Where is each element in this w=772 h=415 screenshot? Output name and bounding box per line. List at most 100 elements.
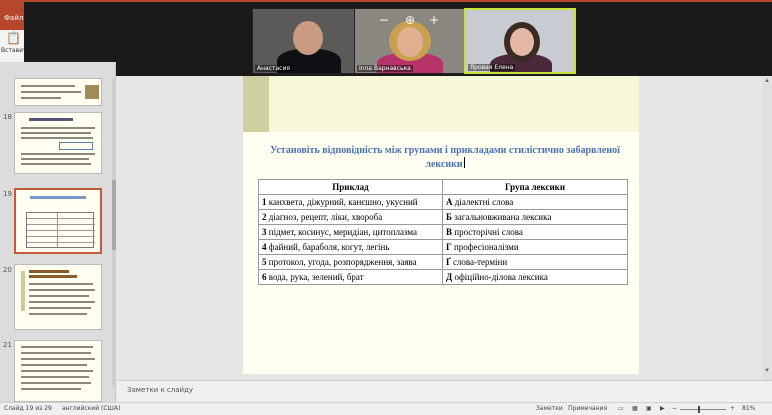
thumbnail-text-line [21,163,91,165]
slide-number: 18 [3,113,12,121]
zoom-plus-control[interactable]: + [429,13,439,27]
video-tile[interactable]: Анастасия [252,8,364,74]
slide-vertical-scrollbar[interactable]: ▲ ▼ [762,76,772,380]
notes-toggle-button[interactable]: Заметки [536,405,563,412]
table-cell-group[interactable]: Б загальновживана лексика [442,209,628,225]
thumbnail-highlight-box [59,142,93,150]
file-tab[interactable]: Файл [4,14,23,22]
participant-face [510,28,534,56]
thumbnail-text-line [29,313,87,315]
table-cell-group[interactable]: Г професіоналізми [442,239,628,255]
column-header-group[interactable]: Група лексики [442,179,628,195]
slide-thumbnail-20[interactable] [14,264,102,330]
paste-button[interactable]: 📋 Вставит [0,30,27,62]
slide-thumbnail-19-selected[interactable] [14,188,102,254]
thumbnail-text-line [21,388,81,390]
participant-face [293,21,323,55]
group-name: діалектні слова [454,197,514,207]
thumbnail-table-rule [27,230,95,231]
table-cell-group[interactable]: А діалектні слова [442,194,628,210]
thumbnail-text-line [21,158,89,160]
table-row: 2 діагноз, рецепт, ліки, хвороба Б загал… [258,209,628,225]
slideshow-icon[interactable]: ▶ [660,405,665,412]
table-header-row: Приклад Група лексики [258,179,628,195]
table-cell-example[interactable]: 1 канхвета, діжурний, канєшно, укусний [258,194,443,210]
thumbnail-table-rule [27,242,95,243]
table-row: 6 вода, рука, зелений, брат Д офіційно-д… [258,269,628,285]
participant-name: Анастасия [255,65,292,72]
slide-title[interactable]: Установіть відповідність між групами і п… [267,144,623,171]
slide-thumbnail-18[interactable] [14,112,102,174]
language-indicator[interactable]: английский (США) [62,405,120,412]
table-cell-group[interactable]: В просторічні слова [442,224,628,240]
slide-counter: Слайд 19 из 29 [4,405,52,412]
table-cell-example[interactable]: 6 вода, рука, зелений, брат [258,269,443,285]
thumbnail-text-line [29,289,95,291]
paste-label: Вставит [1,47,27,54]
thumbnail-text-line [21,370,93,372]
thumbnail-text-line [21,382,91,384]
comments-toggle-button[interactable]: Примечания [568,405,607,412]
group-letter: В [446,227,453,237]
table-row: 3 підмет, косинус, меридіан, цитоплазма … [258,224,628,240]
slide-thumbnail-21[interactable] [14,340,102,402]
thumbnail-table [26,212,95,248]
thumbnail-title [30,196,86,199]
paste-icon: 📋 [6,31,21,45]
zoom-in-icon[interactable]: + [730,405,735,412]
table-cell-example[interactable]: 2 діагноз, рецепт, ліки, хвороба [258,209,443,225]
scroll-down-icon[interactable]: ▼ [764,368,770,374]
thumbnail-table-rule [27,218,95,219]
table-row: 1 канхвета, діжурний, канєшно, укусний А… [258,194,628,210]
slide-thumbnail-17[interactable] [14,78,102,106]
group-letter: Ґ [446,257,451,267]
current-slide[interactable]: Установіть відповідність між групами і п… [243,76,639,374]
table-row: 4 файний, бараболя, когут, легінь Г проф… [258,239,628,255]
zoom-minus-control[interactable]: − [379,13,389,27]
thumbnail-text-line [21,85,75,87]
table-cell-group[interactable]: Д офіційно-ділова лексика [442,269,628,285]
notes-pane[interactable]: Заметки к слайду [117,380,772,402]
example-words: підмет, косинус, меридіан, цитоплазма [268,227,418,237]
reading-view-icon[interactable]: ▣ [646,405,652,412]
thumbnail-text-line [21,132,91,134]
row-number: 1 [262,197,267,207]
zoom-out-icon[interactable]: − [672,405,677,412]
row-number: 4 [262,242,267,252]
matching-table[interactable]: Приклад Група лексики 1 канхвета, діжурн… [258,179,628,285]
notes-placeholder: Заметки к слайду [127,386,194,394]
scroll-up-icon[interactable]: ▲ [764,78,770,84]
zoom-slider[interactable] [680,409,726,410]
participant-face [397,27,423,57]
row-number: 6 [262,272,267,282]
thumbnail-scrollbar-handle[interactable] [112,180,116,250]
table-cell-example[interactable]: 4 файний, бараболя, когут, легінь [258,239,443,255]
column-header-example[interactable]: Приклад [258,179,443,195]
zoom-level[interactable]: 81% [742,405,755,412]
table-cell-example[interactable]: 3 підмет, косинус, меридіан, цитоплазма [258,224,443,240]
group-name: просторічні слова [454,227,523,237]
thumbnail-table-rule [27,224,95,225]
status-bar: Слайд 19 из 29 английский (США) Заметки … [0,402,772,415]
thumbnail-text-line [21,153,95,155]
thumbnail-title [29,118,73,121]
thumbnail-title [29,270,69,273]
slide-sorter-icon[interactable]: ▦ [632,405,638,412]
table-cell-example[interactable]: 5 протокол, угода, розпорядження, заява [258,254,443,270]
group-letter: Д [446,272,453,282]
table-cell-group[interactable]: Ґ слова-терміни [442,254,628,270]
slide-number: 20 [3,266,12,274]
video-tile-active-speaker[interactable]: Яровая Елена [464,8,576,74]
group-letter: Б [446,212,452,222]
row-number: 2 [262,212,267,222]
thumbnail-text-line [21,364,87,366]
slide-number: 19 [3,190,12,198]
zoom-slider-thumb[interactable] [697,406,700,413]
slide-header-accent [243,76,269,132]
zoom-in-icon[interactable]: ⊕ [405,13,415,27]
normal-view-icon[interactable]: ▭ [618,405,624,412]
video-tile[interactable]: − ⊕ + Inna Варнавська [354,8,466,74]
text-cursor [463,157,465,168]
slide-number: 21 [3,341,12,349]
group-name: професіоналізми [453,242,519,252]
